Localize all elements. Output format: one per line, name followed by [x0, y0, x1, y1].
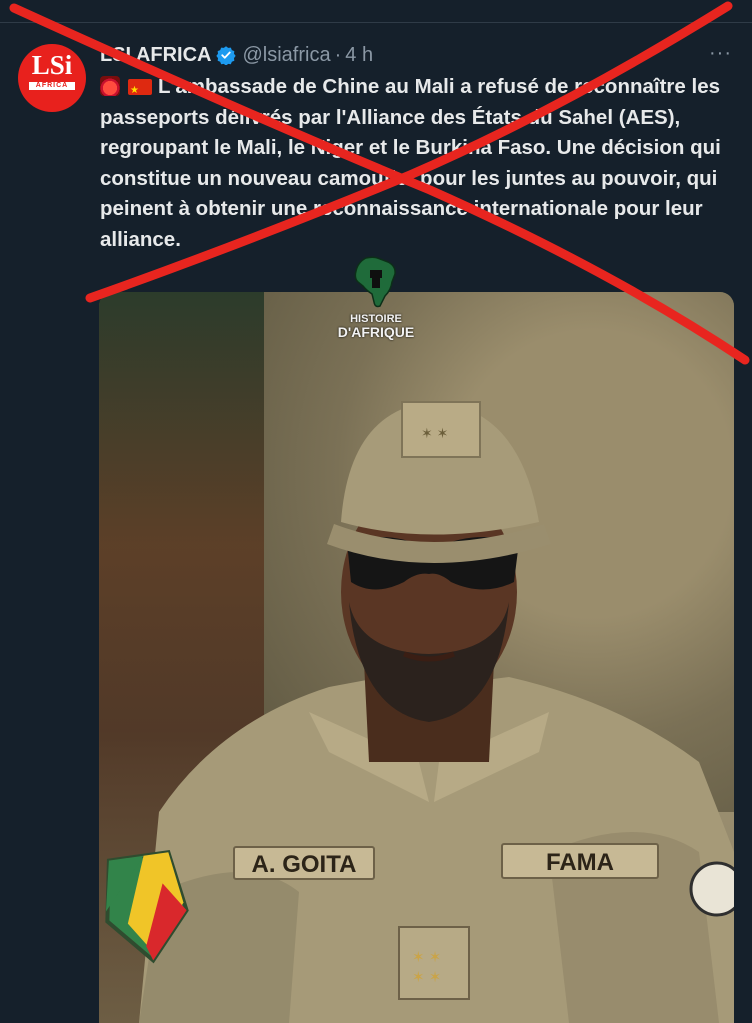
- police-siren-icon: [100, 76, 120, 96]
- svg-text:✶ ✶: ✶ ✶: [412, 969, 441, 986]
- tweet-media-image[interactable]: ✶ ✶ A. GOITA FAMA ✶ ✶ ✶ ✶: [99, 292, 734, 1023]
- avatar[interactable]: LSi AFRICA: [18, 44, 86, 112]
- avatar-logo-subtext: AFRICA: [29, 82, 75, 90]
- china-flag-icon: [128, 76, 152, 107]
- avatar-logo-text: LSi: [31, 50, 73, 80]
- svg-text:✶ ✶: ✶ ✶: [412, 949, 441, 966]
- soldier-portrait: ✶ ✶ A. GOITA FAMA ✶ ✶ ✶ ✶: [105, 401, 734, 1023]
- tweet-header: LSI AFRICA @lsiafrica · 4 h: [100, 42, 373, 68]
- header-separator: ·: [334, 43, 342, 66]
- timestamp[interactable]: 4 h: [345, 44, 373, 67]
- handle[interactable]: @lsiafrica: [242, 44, 330, 67]
- tweet-body: L'ambassade de Chine au Mali a refusé de…: [100, 75, 721, 251]
- svg-text:✶ ✶: ✶ ✶: [421, 425, 448, 441]
- display-name[interactable]: LSI AFRICA: [100, 44, 211, 67]
- africa-fist-icon: [354, 256, 396, 308]
- tweet-text: L'ambassade de Chine au Mali a refusé de…: [100, 72, 730, 255]
- name-tape-left: A. GOITA: [252, 851, 357, 878]
- name-tape-right: FAMA: [546, 849, 614, 876]
- verified-badge-icon: [216, 46, 237, 65]
- watermark: HISTOIRE D'AFRIQUE: [326, 256, 426, 339]
- watermark-line2: D'AFRIQUE: [337, 324, 415, 340]
- more-options-icon[interactable]: ···: [709, 42, 732, 65]
